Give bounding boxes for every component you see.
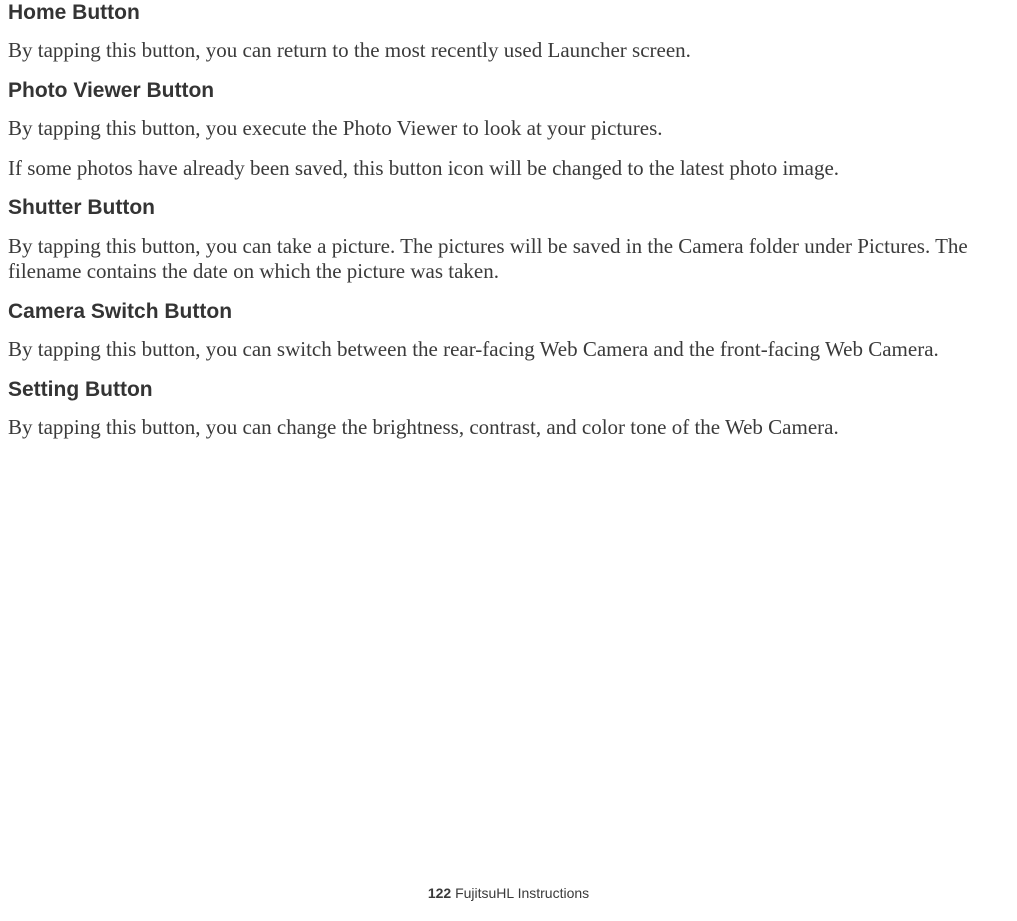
body-paragraph: By tapping this button, you can take a p… bbox=[8, 234, 1005, 285]
page-number: 122 bbox=[428, 885, 451, 901]
section-heading-setting: Setting Button bbox=[8, 377, 1005, 403]
section-heading-shutter: Shutter Button bbox=[8, 195, 1005, 221]
body-paragraph: By tapping this button, you can change t… bbox=[8, 415, 1005, 441]
body-paragraph: By tapping this button, you can return t… bbox=[8, 38, 1005, 64]
section-heading-photo-viewer: Photo Viewer Button bbox=[8, 78, 1005, 104]
section-heading-home: Home Button bbox=[8, 0, 1005, 26]
document-page: Home Button By tapping this button, you … bbox=[0, 0, 1017, 441]
body-paragraph: By tapping this button, you execute the … bbox=[8, 116, 1005, 142]
page-footer: 122 FujitsuHL Instructions bbox=[0, 885, 1017, 901]
body-paragraph: If some photos have already been saved, … bbox=[8, 156, 1005, 182]
section-heading-camera-switch: Camera Switch Button bbox=[8, 299, 1005, 325]
footer-title: FujitsuHL Instructions bbox=[451, 885, 589, 901]
body-paragraph: By tapping this button, you can switch b… bbox=[8, 337, 1005, 363]
